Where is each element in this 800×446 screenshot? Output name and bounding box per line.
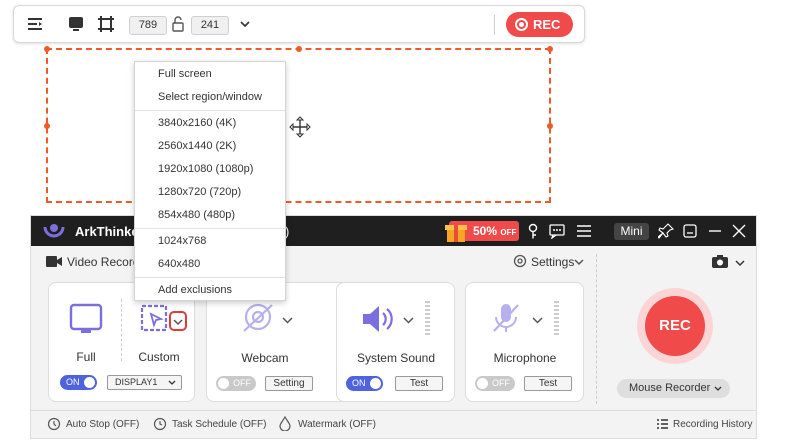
list-icon [657,419,668,429]
auto-stop-link[interactable]: Auto Stop (OFF) [66,419,139,430]
volume-meter [425,301,430,337]
resize-handle[interactable] [547,123,553,129]
rec-button[interactable]: REC [645,296,705,356]
system-sound-test-button[interactable]: Test [395,376,443,391]
menu-item-480p[interactable]: 854x480 (480p) [158,209,235,221]
chevron-down-icon[interactable] [282,315,293,326]
full-label: Full [76,350,96,364]
fullscreen-region-icon[interactable] [67,15,85,33]
screenshot-camera-icon[interactable] [711,254,729,269]
display-select-value: DISPLAY1 [115,377,158,387]
display-select[interactable]: DISPLAY1 [107,375,182,390]
close-icon[interactable] [731,223,747,239]
menu-item-full-screen[interactable]: Full screen [158,68,212,80]
menu-item-1024x768[interactable]: 1024x768 [158,235,206,247]
rec-button-ring[interactable]: REC [637,288,713,364]
rec-label: REC [533,17,561,32]
settings-gear-icon[interactable] [513,254,527,268]
resize-handle[interactable] [547,46,553,52]
chevron-down-icon [714,386,722,391]
region-width-input[interactable]: 789 [129,16,167,35]
microphone-card: Microphone OFF Test [465,282,584,402]
region-height-input[interactable]: 241 [191,16,229,35]
chevron-down-icon[interactable] [238,17,252,31]
bottom-bar: Auto Stop (OFF) Task Schedule (OFF) Wate… [31,410,756,438]
promo-percent: 50% [473,224,498,238]
mouse-recorder-label: Mouse Recorder [629,382,711,394]
video-camera-icon [46,256,62,267]
move-icon[interactable] [289,116,311,138]
mic-level-meter [554,301,559,337]
custom-dropdown-toggle[interactable] [169,311,187,331]
webcam-toggle[interactable]: OFF [216,376,256,391]
gift-icon [445,225,467,242]
system-sound-toggle[interactable]: ON [346,376,383,391]
key-icon[interactable] [525,223,541,239]
microphone-label: Microphone [493,351,557,365]
app-logo-icon [43,224,65,238]
menu-item-add-exclusions[interactable]: Add exclusions [158,284,232,296]
toolbar-divider [494,15,495,35]
menu-divider [135,110,285,111]
card-divider [121,299,122,361]
webcam-off-icon[interactable] [240,301,276,335]
minimize-icon[interactable] [682,223,698,239]
record-icon [515,18,528,31]
menu-item-2k[interactable]: 2560x1440 (2K) [158,140,236,152]
system-sound-label: System Sound [356,351,436,365]
recording-history-link[interactable]: Recording History [673,419,752,430]
menu-item-select-region[interactable]: Select region/window [158,91,262,103]
full-screen-icon[interactable] [69,303,103,335]
chevron-down-icon[interactable] [735,258,745,268]
mini-mode-button[interactable]: Mini [614,223,649,240]
rec-button-small[interactable]: REC [506,12,573,37]
settings-link[interactable]: Settings [531,255,574,269]
schedule-icon [153,417,167,431]
menu-item-1080p[interactable]: 1920x1080 (1080p) [158,163,253,175]
chevron-down-icon[interactable] [532,315,543,326]
custom-label: Custom [138,350,180,364]
display-toggle[interactable]: ON [60,375,97,390]
speaker-icon[interactable] [360,303,396,335]
menu-item-4k[interactable]: 3840x2160 (4K) [158,117,236,129]
minimize-dash-icon[interactable] [707,223,723,239]
mouse-recorder-select[interactable]: Mouse Recorder [617,379,730,398]
microphone-toggle[interactable]: OFF [475,376,515,391]
watermark-link[interactable]: Watermark (OFF) [298,419,376,430]
microphone-test-button[interactable]: Test [524,376,572,391]
promo-off: OFF [500,228,517,237]
pin-icon[interactable] [658,223,674,239]
resize-handle[interactable] [296,46,302,52]
resize-handle[interactable] [44,123,50,129]
region-toolbar: 789 241 REC [13,5,585,43]
panel-divider [596,254,597,404]
region-dropdown-menu: Full screen Select region/window 3840x21… [134,61,286,301]
menu-icon[interactable] [576,223,592,239]
chevron-down-icon[interactable] [574,257,584,267]
task-schedule-link[interactable]: Task Schedule (OFF) [172,419,266,430]
menu-divider [135,228,285,229]
custom-region-icon[interactable] [97,15,115,33]
custom-region-icon[interactable] [137,301,171,335]
resize-handle[interactable] [44,46,50,52]
feedback-icon[interactable] [549,223,565,239]
chevron-down-icon [173,319,183,326]
chevron-down-icon[interactable] [403,315,414,326]
microphone-off-icon[interactable] [490,301,522,335]
system-sound-card: System Sound ON Test [336,282,455,402]
menu-divider [135,277,285,278]
clock-icon [47,417,61,431]
lock-ratio-icon[interactable] [171,16,185,32]
menu-item-640x480[interactable]: 640x480 [158,258,200,270]
watermark-icon [279,416,291,431]
promo-badge[interactable]: 50% OFF [445,221,519,242]
webcam-label: Webcam [241,351,289,365]
chevron-down-icon [168,380,176,385]
webcam-setting-button[interactable]: Setting [265,376,313,391]
menu-collapse-icon[interactable] [26,15,44,33]
menu-item-720p[interactable]: 1280x720 (720p) [158,186,241,198]
